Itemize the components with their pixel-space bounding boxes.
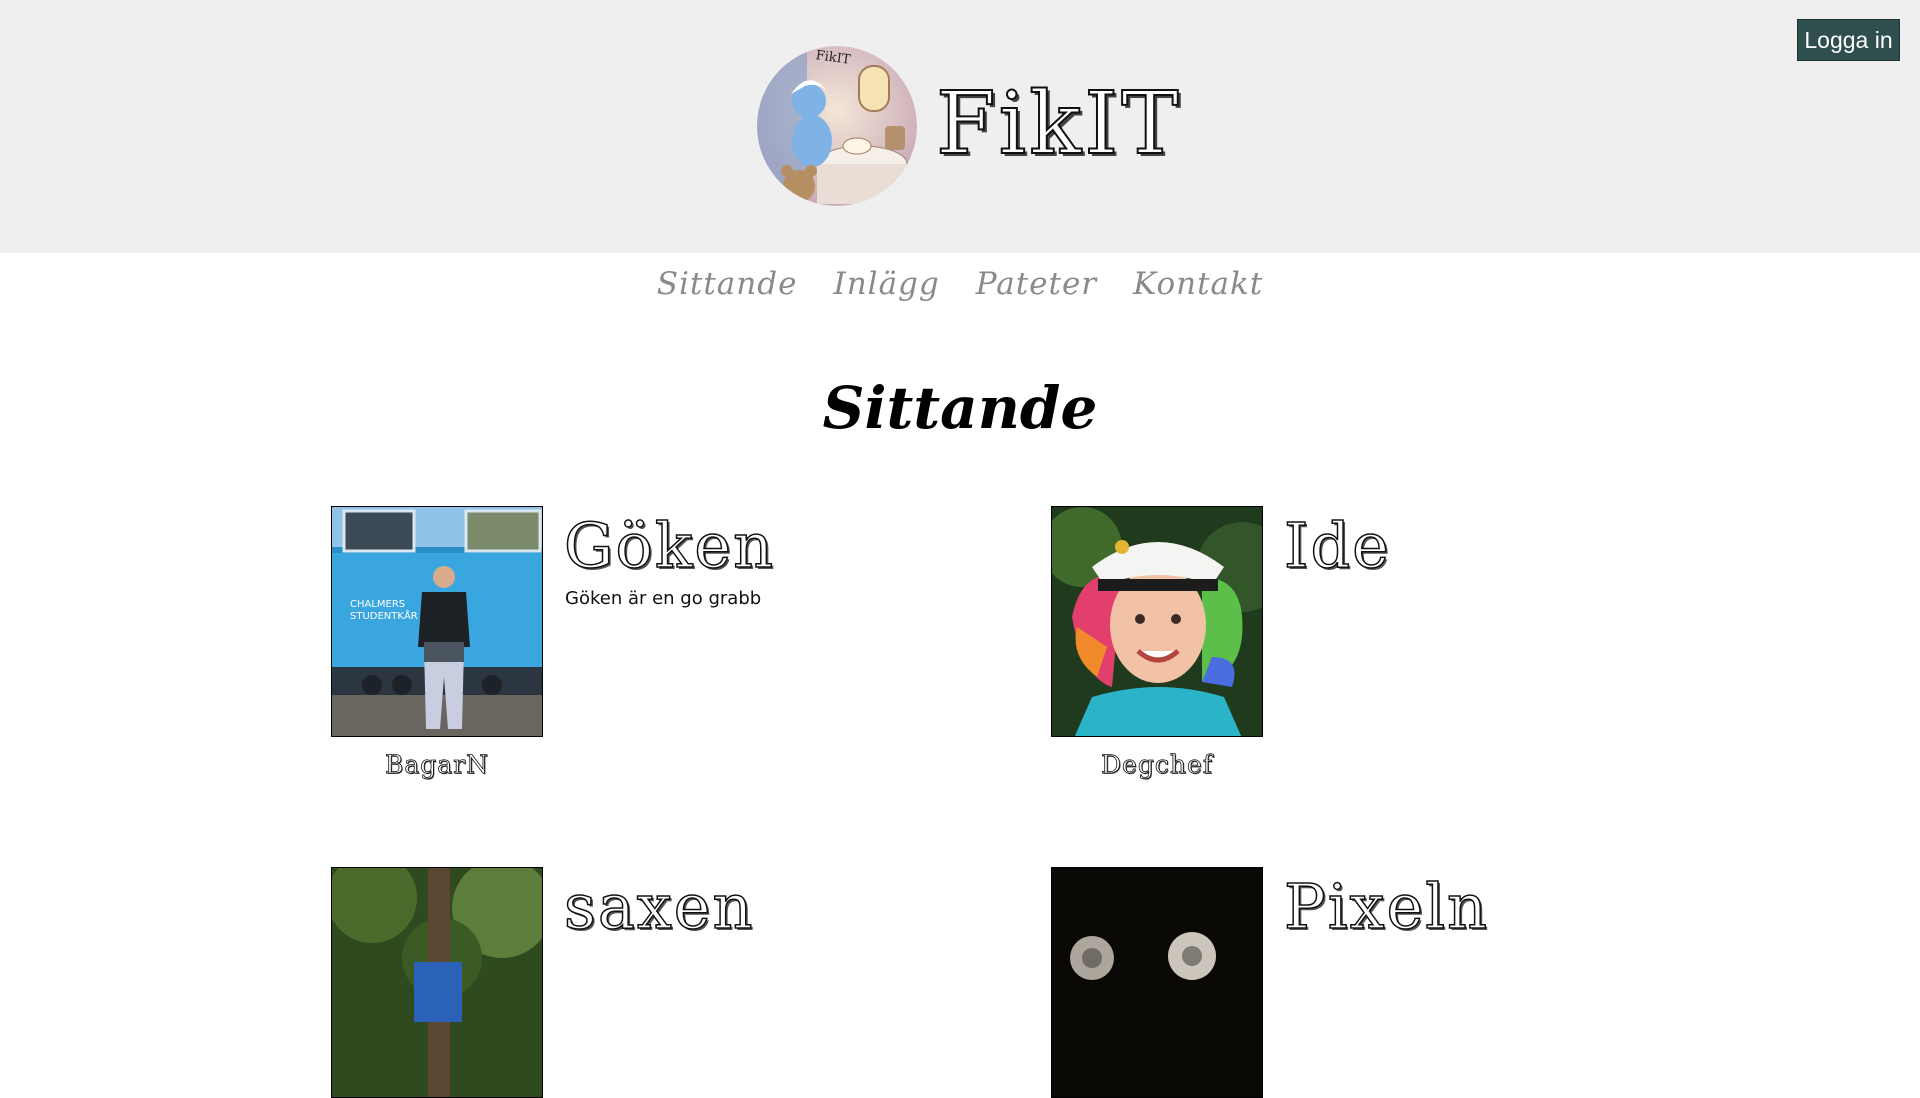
member-photo[interactable] <box>331 867 543 1098</box>
fikit-logo[interactable]: FikIT <box>757 46 917 206</box>
member-name: Pixeln <box>1283 869 1489 944</box>
page-title: Sittande <box>822 374 1098 442</box>
member-name: Göken <box>563 508 776 583</box>
svg-text:CHALMERS: CHALMERS <box>350 599 405 610</box>
member-photo[interactable] <box>1051 867 1263 1098</box>
nav-item-sittande[interactable]: Sittande <box>657 262 798 306</box>
nav-item-pateter[interactable]: Pateter <box>976 262 1097 306</box>
member-role: Degchef <box>1101 750 1213 780</box>
main-nav: Sittande Inlägg Pateter Kontakt <box>0 262 1920 306</box>
member-name: Ide <box>1283 508 1391 583</box>
svg-text:STUDENTKÅR: STUDENTKÅR <box>350 609 418 622</box>
member-role: BagarN <box>384 750 489 780</box>
member-name: saxen <box>563 869 755 944</box>
member-photo[interactable]: CHALMERS STUDENTKÅR <box>331 506 543 737</box>
member-photo[interactable] <box>1051 506 1263 737</box>
nav-item-kontakt[interactable]: Kontakt <box>1133 262 1263 306</box>
login-button[interactable]: Logga in <box>1797 19 1900 61</box>
site-title[interactable]: FikIT <box>935 73 1182 175</box>
nav-item-inlagg[interactable]: Inlägg <box>833 262 939 306</box>
member-description: Göken är en go grabb <box>565 588 762 609</box>
site-header: FikIT FikIT Logga in <box>0 0 1920 253</box>
